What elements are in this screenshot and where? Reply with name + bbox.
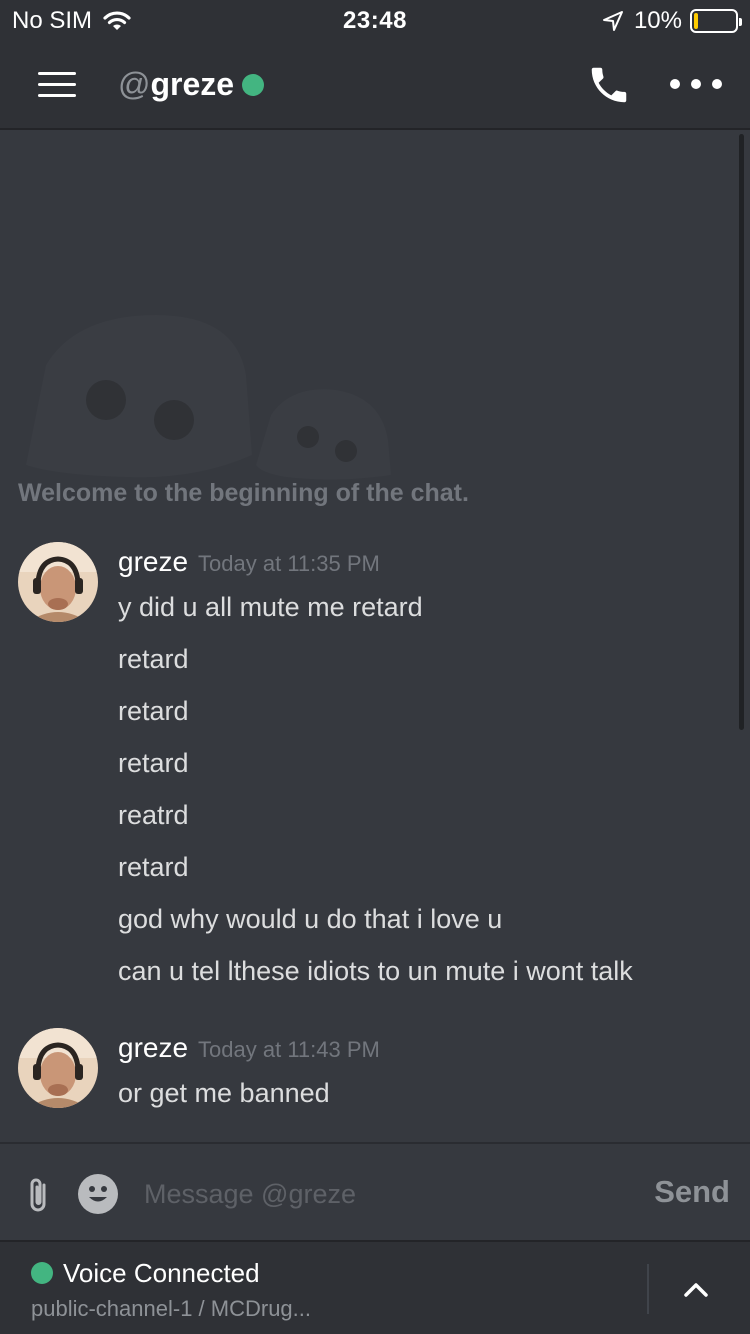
message-text[interactable]: god why would u do that i love u [118, 904, 502, 935]
send-button[interactable]: Send [654, 1174, 730, 1210]
message-input[interactable] [140, 1174, 620, 1214]
message-text[interactable]: or get me banned [118, 1078, 330, 1109]
scrollbar[interactable] [739, 134, 744, 730]
status-bar: No SIM 23:48 10% [0, 0, 750, 40]
emoji-icon[interactable] [78, 1174, 118, 1214]
hamburger-menu-icon[interactable] [38, 72, 76, 98]
paperclip-icon[interactable] [24, 1176, 54, 1214]
battery-percent: 10% [633, 7, 682, 34]
voice-channel-label: public-channel-1 / MCDrug... [31, 1296, 312, 1321]
location-arrow-icon [602, 11, 623, 31]
message-author[interactable]: greze [118, 1032, 188, 1064]
more-options-icon[interactable] [670, 70, 722, 98]
welcome-message: Welcome to the beginning of the chat. [18, 479, 469, 507]
online-status-indicator [242, 73, 265, 96]
message-author[interactable]: greze [118, 546, 188, 578]
status-bar-right: 10% [602, 7, 742, 35]
message-text[interactable]: y did u all mute me retard [118, 592, 423, 623]
message-header: greze Today at 11:43 PM [118, 1032, 380, 1064]
message-header: greze Today at 11:35 PM [118, 546, 380, 578]
message-text[interactable]: reatrd [118, 800, 189, 831]
message-text[interactable]: retard [118, 644, 189, 675]
chat-header: @ greze [0, 40, 750, 130]
dm-username: greze [150, 66, 235, 102]
message-text[interactable]: retard [118, 748, 189, 779]
chat-area[interactable]: Welcome to the beginning of the chat. gr… [0, 130, 750, 1142]
message-text[interactable]: retard [118, 696, 189, 727]
chevron-up-icon[interactable] [676, 1270, 716, 1310]
discord-welcome-illustration [26, 315, 391, 480]
phone-icon[interactable] [586, 62, 632, 108]
voice-status-indicator [31, 1262, 53, 1284]
avatar[interactable] [18, 1028, 98, 1108]
at-symbol: @ [118, 66, 151, 102]
voice-status-label: Voice Connected [63, 1258, 260, 1288]
dm-title[interactable]: @ greze [118, 66, 265, 103]
divider [647, 1264, 649, 1314]
battery-icon [690, 9, 742, 33]
message-text[interactable]: can u tel lthese idiots to un mute i won… [118, 956, 633, 987]
message-text[interactable]: retard [118, 852, 189, 883]
message-timestamp: Today at 11:35 PM [198, 551, 380, 576]
battery-fill [694, 13, 698, 29]
voice-connected-bar[interactable]: Voice Connected public-channel-1 / MCDru… [0, 1240, 750, 1334]
message-timestamp: Today at 11:43 PM [198, 1037, 380, 1062]
avatar[interactable] [18, 542, 98, 622]
message-composer: Send [0, 1142, 750, 1240]
